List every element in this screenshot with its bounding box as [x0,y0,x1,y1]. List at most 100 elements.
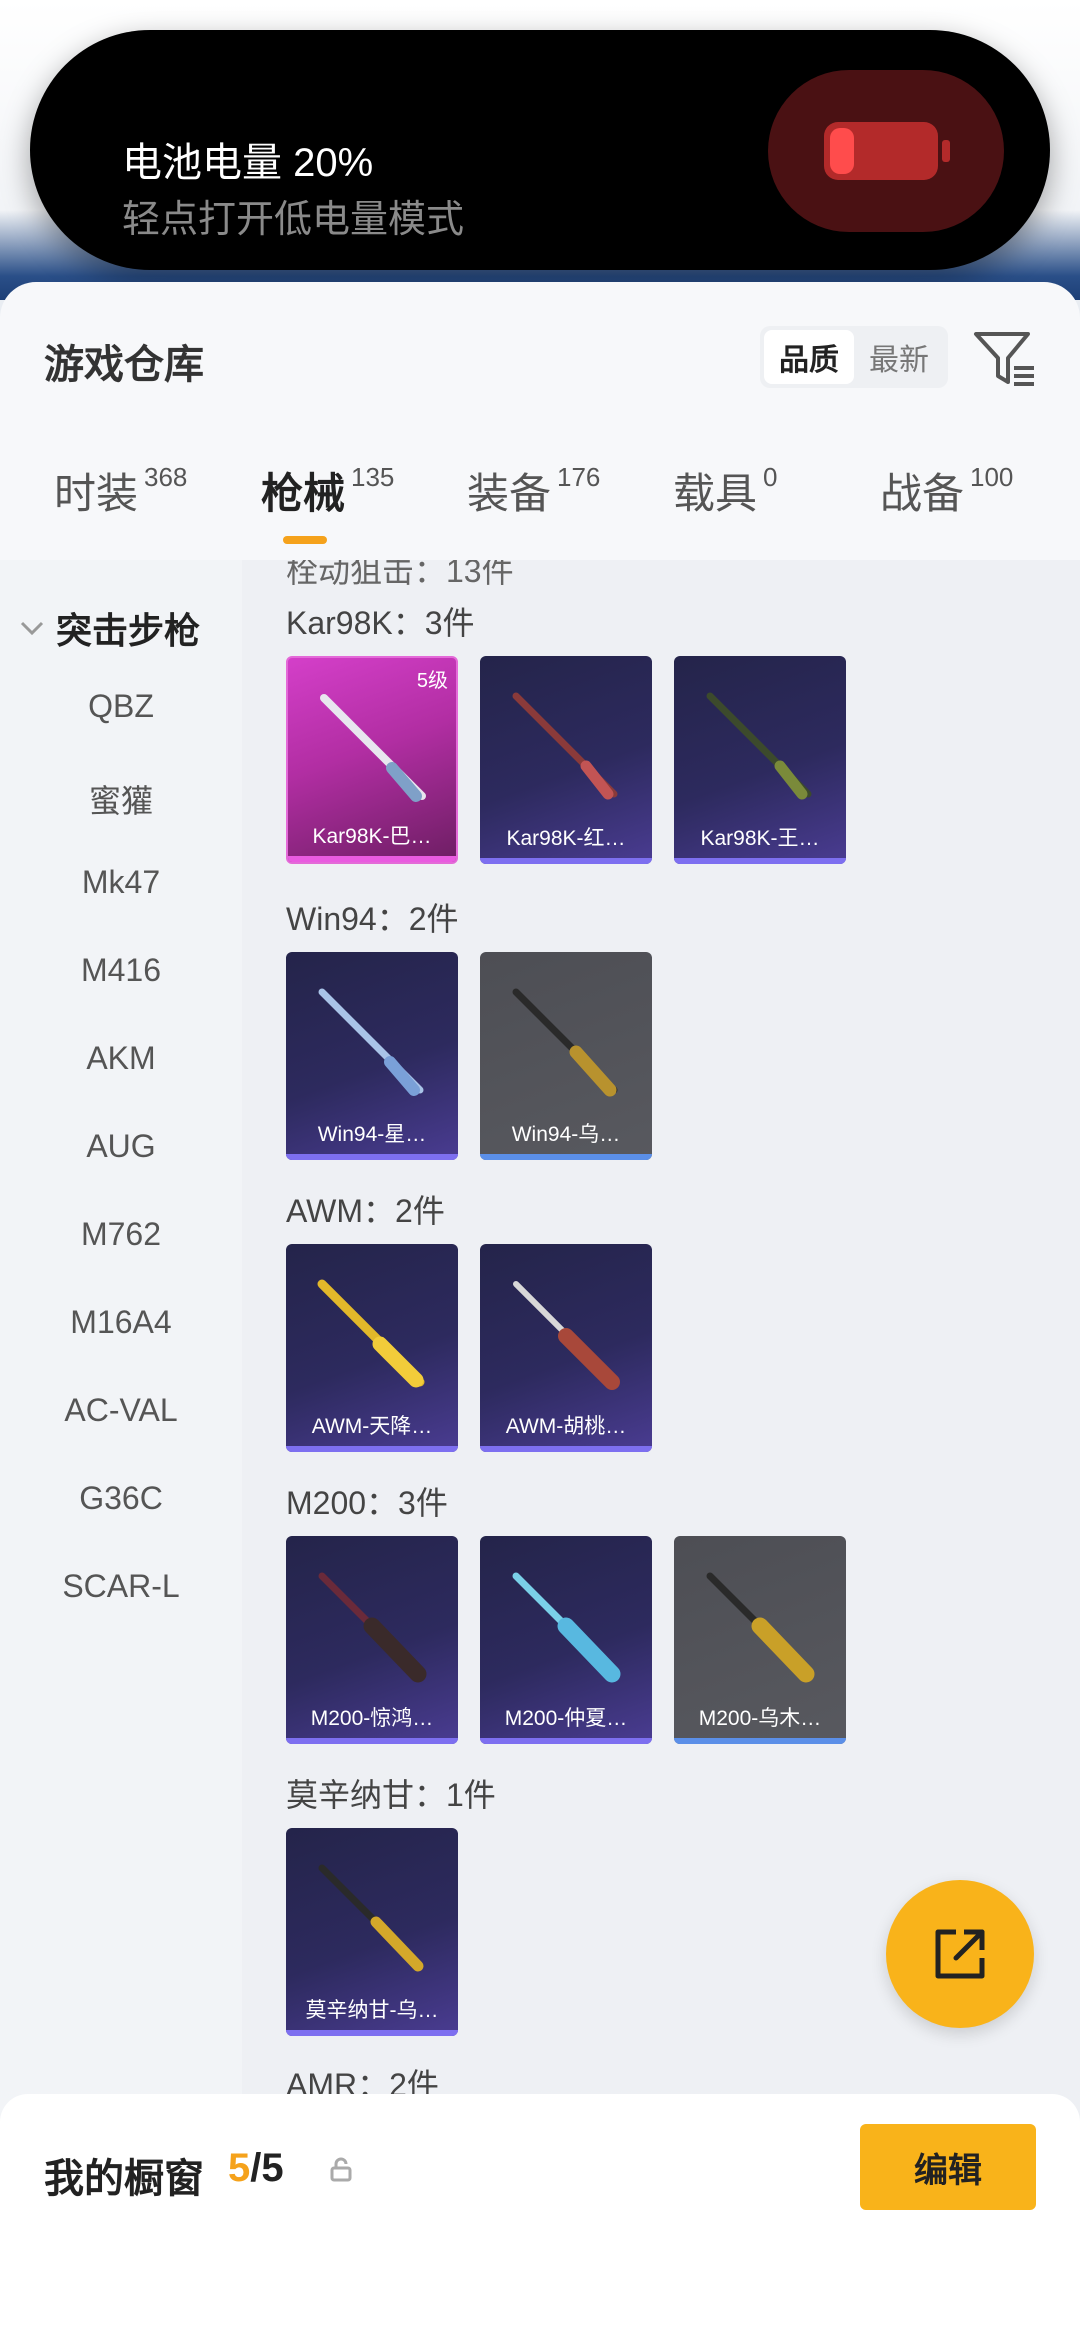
sidebar-item-ac-val[interactable]: AC-VAL [0,1392,242,1429]
weapon-card[interactable]: M200-仲夏… [480,1536,652,1744]
sidebar-item-honey-badger[interactable]: 蜜獾 [0,776,242,822]
group-heading: AWM：2件 [286,1193,445,1229]
tab-label: 装备 [467,470,552,517]
rarity-bar [480,1154,652,1160]
lock-icon [330,2157,352,2182]
sidebar-item-mk47[interactable]: Mk47 [0,864,242,901]
battery-icon [824,122,938,180]
sidebar-item-aug[interactable]: AUG [0,1128,242,1165]
tab-label: 战备 [880,470,965,517]
battery-level-fill [830,128,854,174]
weapon-card[interactable]: Kar98K-红… [480,656,652,864]
rarity-bar [286,1446,458,1452]
rifle-icon [512,1572,621,1683]
page-title: 游戏仓库 [44,343,204,387]
weapon-name: M200-仲夏… [504,1707,628,1730]
weapon-name: Kar98K-王… [700,827,820,850]
edit-button[interactable]: 编辑 [860,2124,1036,2210]
rifle-icon [317,1279,425,1388]
battery-tip [942,140,950,162]
tab-count: 0 [763,462,778,492]
sort-quality-option[interactable]: 品质 [764,330,854,384]
low-battery-notification[interactable]: 电池电量 20% 轻点打开低电量模式 [30,30,1050,270]
weapon-name: Win94-乌… [511,1123,621,1146]
tab-label: 时装 [54,470,139,517]
warehouse-sheet: 游戏仓库 品质 最新 时装 368 枪械 135 装备 176 载具 0 战备 … [0,282,1080,2341]
rifle-icon [512,988,618,1097]
weapon-card[interactable]: Win94-星… [286,952,458,1160]
sidebar-item-akm[interactable]: AKM [0,1040,242,1077]
sort-toggle[interactable]: 品质 最新 [760,326,948,388]
weapon-card[interactable]: 莫辛纳甘-乌… [286,1828,458,2036]
weapon-card[interactable]: AWM-胡桃… [480,1244,652,1452]
rifle-icon [318,1572,427,1683]
share-button[interactable] [886,1880,1034,2028]
weapon-name: Win94-星… [317,1123,427,1146]
tab-label: 枪械 [261,470,346,517]
notification-title: 电池电量 20% [122,141,374,185]
tab-count: 368 [144,462,188,492]
rarity-bar [286,1738,458,1744]
filter-icon[interactable] [970,326,1040,392]
level-badge: 5级 [416,670,448,692]
sidebar-item-qbz[interactable]: QBZ [0,688,242,725]
active-tab-indicator [283,536,327,544]
rifle-icon [512,692,618,800]
sidebar-item-g36c[interactable]: G36C [0,1480,242,1517]
external-link-icon [935,1929,985,1979]
weapon-name: AWM-胡桃… [505,1415,627,1438]
tab-fashion[interactable]: 时装 368 [54,460,187,550]
rarity-bar [286,2030,458,2036]
weapon-card[interactable]: Win94-乌… [480,952,652,1160]
weapon-card[interactable]: AWM-天降… [286,1244,458,1452]
rarity-bar [480,1446,652,1452]
notification-subtitle: 轻点打开低电量模式 [122,199,465,241]
weapon-card[interactable]: M200-惊鸿… [286,1536,458,1744]
weapon-card[interactable]: M200-乌木… [674,1536,846,1744]
battery-icon-container [768,70,1004,232]
group-heading: Kar98K：3件 [286,605,475,641]
sort-latest-option[interactable]: 最新 [854,330,944,384]
showcase-count-total: /5 [250,2146,284,2190]
rifle-icon [513,1281,620,1390]
rifle-icon [706,1572,815,1683]
tab-firearms[interactable]: 枪械 135 [261,460,394,550]
weapon-card[interactable]: Kar98K-王… [674,656,846,864]
weapon-name: AWM-天降… [311,1415,433,1438]
tab-equipment[interactable]: 装备 176 [467,460,600,550]
weapon-category-sidebar: 突击步枪 QBZ 蜜獾 Mk47 M416 AKM AUG M762 M16A4… [0,560,242,2140]
group-heading: M200：3件 [286,1485,448,1521]
weapon-name: Kar98K-红… [506,827,626,850]
rifle-icon [706,692,812,800]
group-heading: Win94：2件 [286,901,459,937]
weapon-name: M200-乌木… [698,1707,822,1730]
showcase-count: 5/5 [228,2146,284,2191]
tab-count: 176 [557,462,601,492]
showcase-label: 我的橱窗 [44,2157,204,2201]
category-tabs: 时装 368 枪械 135 装备 176 载具 0 战备 100 [0,460,1080,560]
sidebar-item-m16a4[interactable]: M16A4 [0,1304,242,1341]
showcase-bar: 我的橱窗 5/5 编辑 [0,2094,1080,2341]
rarity-bar [480,1738,652,1744]
sidebar-item-m762[interactable]: M762 [0,1216,242,1253]
rarity-bar [288,856,456,862]
tab-supplies[interactable]: 战备 100 [880,460,1013,550]
sidebar-category-header[interactable]: 突击步枪 [18,602,200,654]
group-heading: 莫辛纳甘：1件 [286,1777,496,1813]
sidebar-category-label: 突击步枪 [56,610,201,651]
showcase-count-current: 5 [228,2146,251,2190]
weapon-name: 莫辛纳甘-乌… [305,1999,439,2022]
tab-label: 载具 [673,470,758,517]
tab-count: 135 [351,462,395,492]
sidebar-item-scar-l[interactable]: SCAR-L [0,1568,242,1605]
sidebar-item-m416[interactable]: M416 [0,952,242,989]
rifle-icon [318,988,424,1096]
weapon-name: Kar98K-巴… [312,825,432,848]
group-heading: 栓动狙击：13件 [286,560,514,589]
rifle-icon [318,1864,424,1972]
chevron-down-icon [20,621,44,636]
rarity-bar [286,1154,458,1160]
rarity-bar [674,858,846,864]
weapon-card[interactable]: 5级 Kar98K-巴… [286,656,458,864]
tab-vehicles[interactable]: 载具 0 [673,460,777,550]
